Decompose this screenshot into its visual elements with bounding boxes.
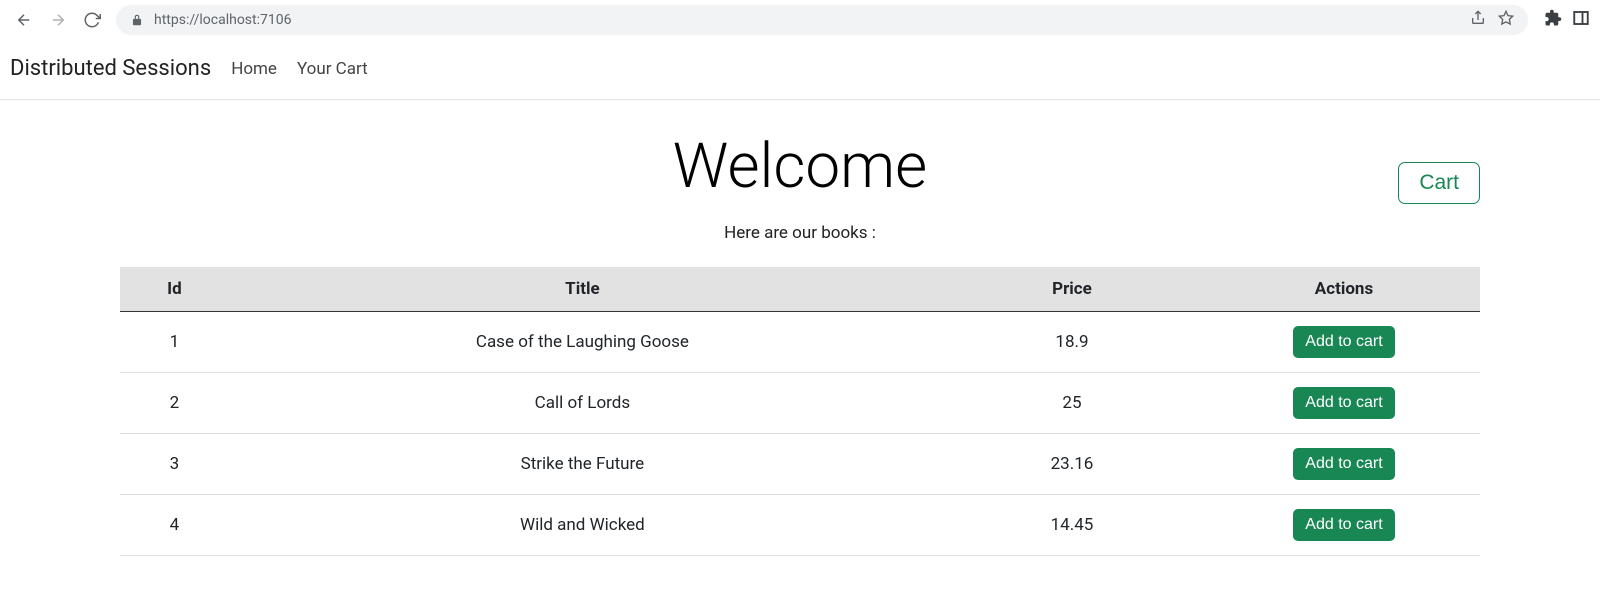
back-button[interactable]	[10, 6, 38, 34]
url-text[interactable]: https://localhost:7106	[154, 12, 1460, 28]
brand[interactable]: Distributed Sessions	[10, 56, 211, 81]
forward-button[interactable]	[44, 6, 72, 34]
cart-button[interactable]: Cart	[1398, 162, 1480, 204]
books-table: Id Title Price Actions 1 Case of the Lau…	[120, 267, 1480, 556]
nav-home[interactable]: Home	[231, 59, 277, 79]
table-row: 3 Strike the Future 23.16 Add to cart	[120, 434, 1480, 495]
table-row: 2 Call of Lords 25 Add to cart	[120, 373, 1480, 434]
browser-toolbar: https://localhost:7106	[0, 0, 1600, 40]
reload-button[interactable]	[78, 6, 106, 34]
col-header-actions: Actions	[1208, 267, 1480, 312]
cell-price: 23.16	[936, 434, 1208, 495]
add-to-cart-button[interactable]: Add to cart	[1293, 326, 1394, 358]
table-row: 1 Case of the Laughing Goose 18.9 Add to…	[120, 312, 1480, 373]
app-navbar: Distributed Sessions Home Your Cart	[0, 40, 1600, 100]
table-row: 4 Wild and Wicked 14.45 Add to cart	[120, 495, 1480, 556]
nav-your-cart[interactable]: Your Cart	[297, 59, 368, 79]
col-header-price: Price	[936, 267, 1208, 312]
cell-price: 25	[936, 373, 1208, 434]
cell-id: 1	[120, 312, 229, 373]
add-to-cart-button[interactable]: Add to cart	[1293, 448, 1394, 480]
arrow-right-icon	[49, 11, 67, 29]
panel-icon[interactable]	[1572, 9, 1590, 31]
hero: Welcome Here are our books : Cart	[120, 120, 1480, 243]
address-bar[interactable]: https://localhost:7106	[116, 5, 1528, 35]
share-icon[interactable]	[1470, 10, 1486, 30]
cell-title: Case of the Laughing Goose	[229, 312, 936, 373]
page-subtitle: Here are our books :	[120, 223, 1480, 243]
cell-id: 2	[120, 373, 229, 434]
lock-icon	[130, 13, 144, 27]
add-to-cart-button[interactable]: Add to cart	[1293, 387, 1394, 419]
star-icon[interactable]	[1498, 10, 1514, 30]
col-header-id: Id	[120, 267, 229, 312]
cell-title: Call of Lords	[229, 373, 936, 434]
arrow-left-icon	[15, 11, 33, 29]
col-header-title: Title	[229, 267, 936, 312]
cell-price: 14.45	[936, 495, 1208, 556]
reload-icon	[83, 11, 101, 29]
cell-id: 3	[120, 434, 229, 495]
cell-title: Wild and Wicked	[229, 495, 936, 556]
page-title: Welcome	[120, 130, 1480, 203]
extensions-icon[interactable]	[1544, 9, 1562, 31]
main-content: Welcome Here are our books : Cart Id Tit…	[0, 100, 1600, 596]
cell-price: 18.9	[936, 312, 1208, 373]
cell-id: 4	[120, 495, 229, 556]
add-to-cart-button[interactable]: Add to cart	[1293, 509, 1394, 541]
cell-title: Strike the Future	[229, 434, 936, 495]
